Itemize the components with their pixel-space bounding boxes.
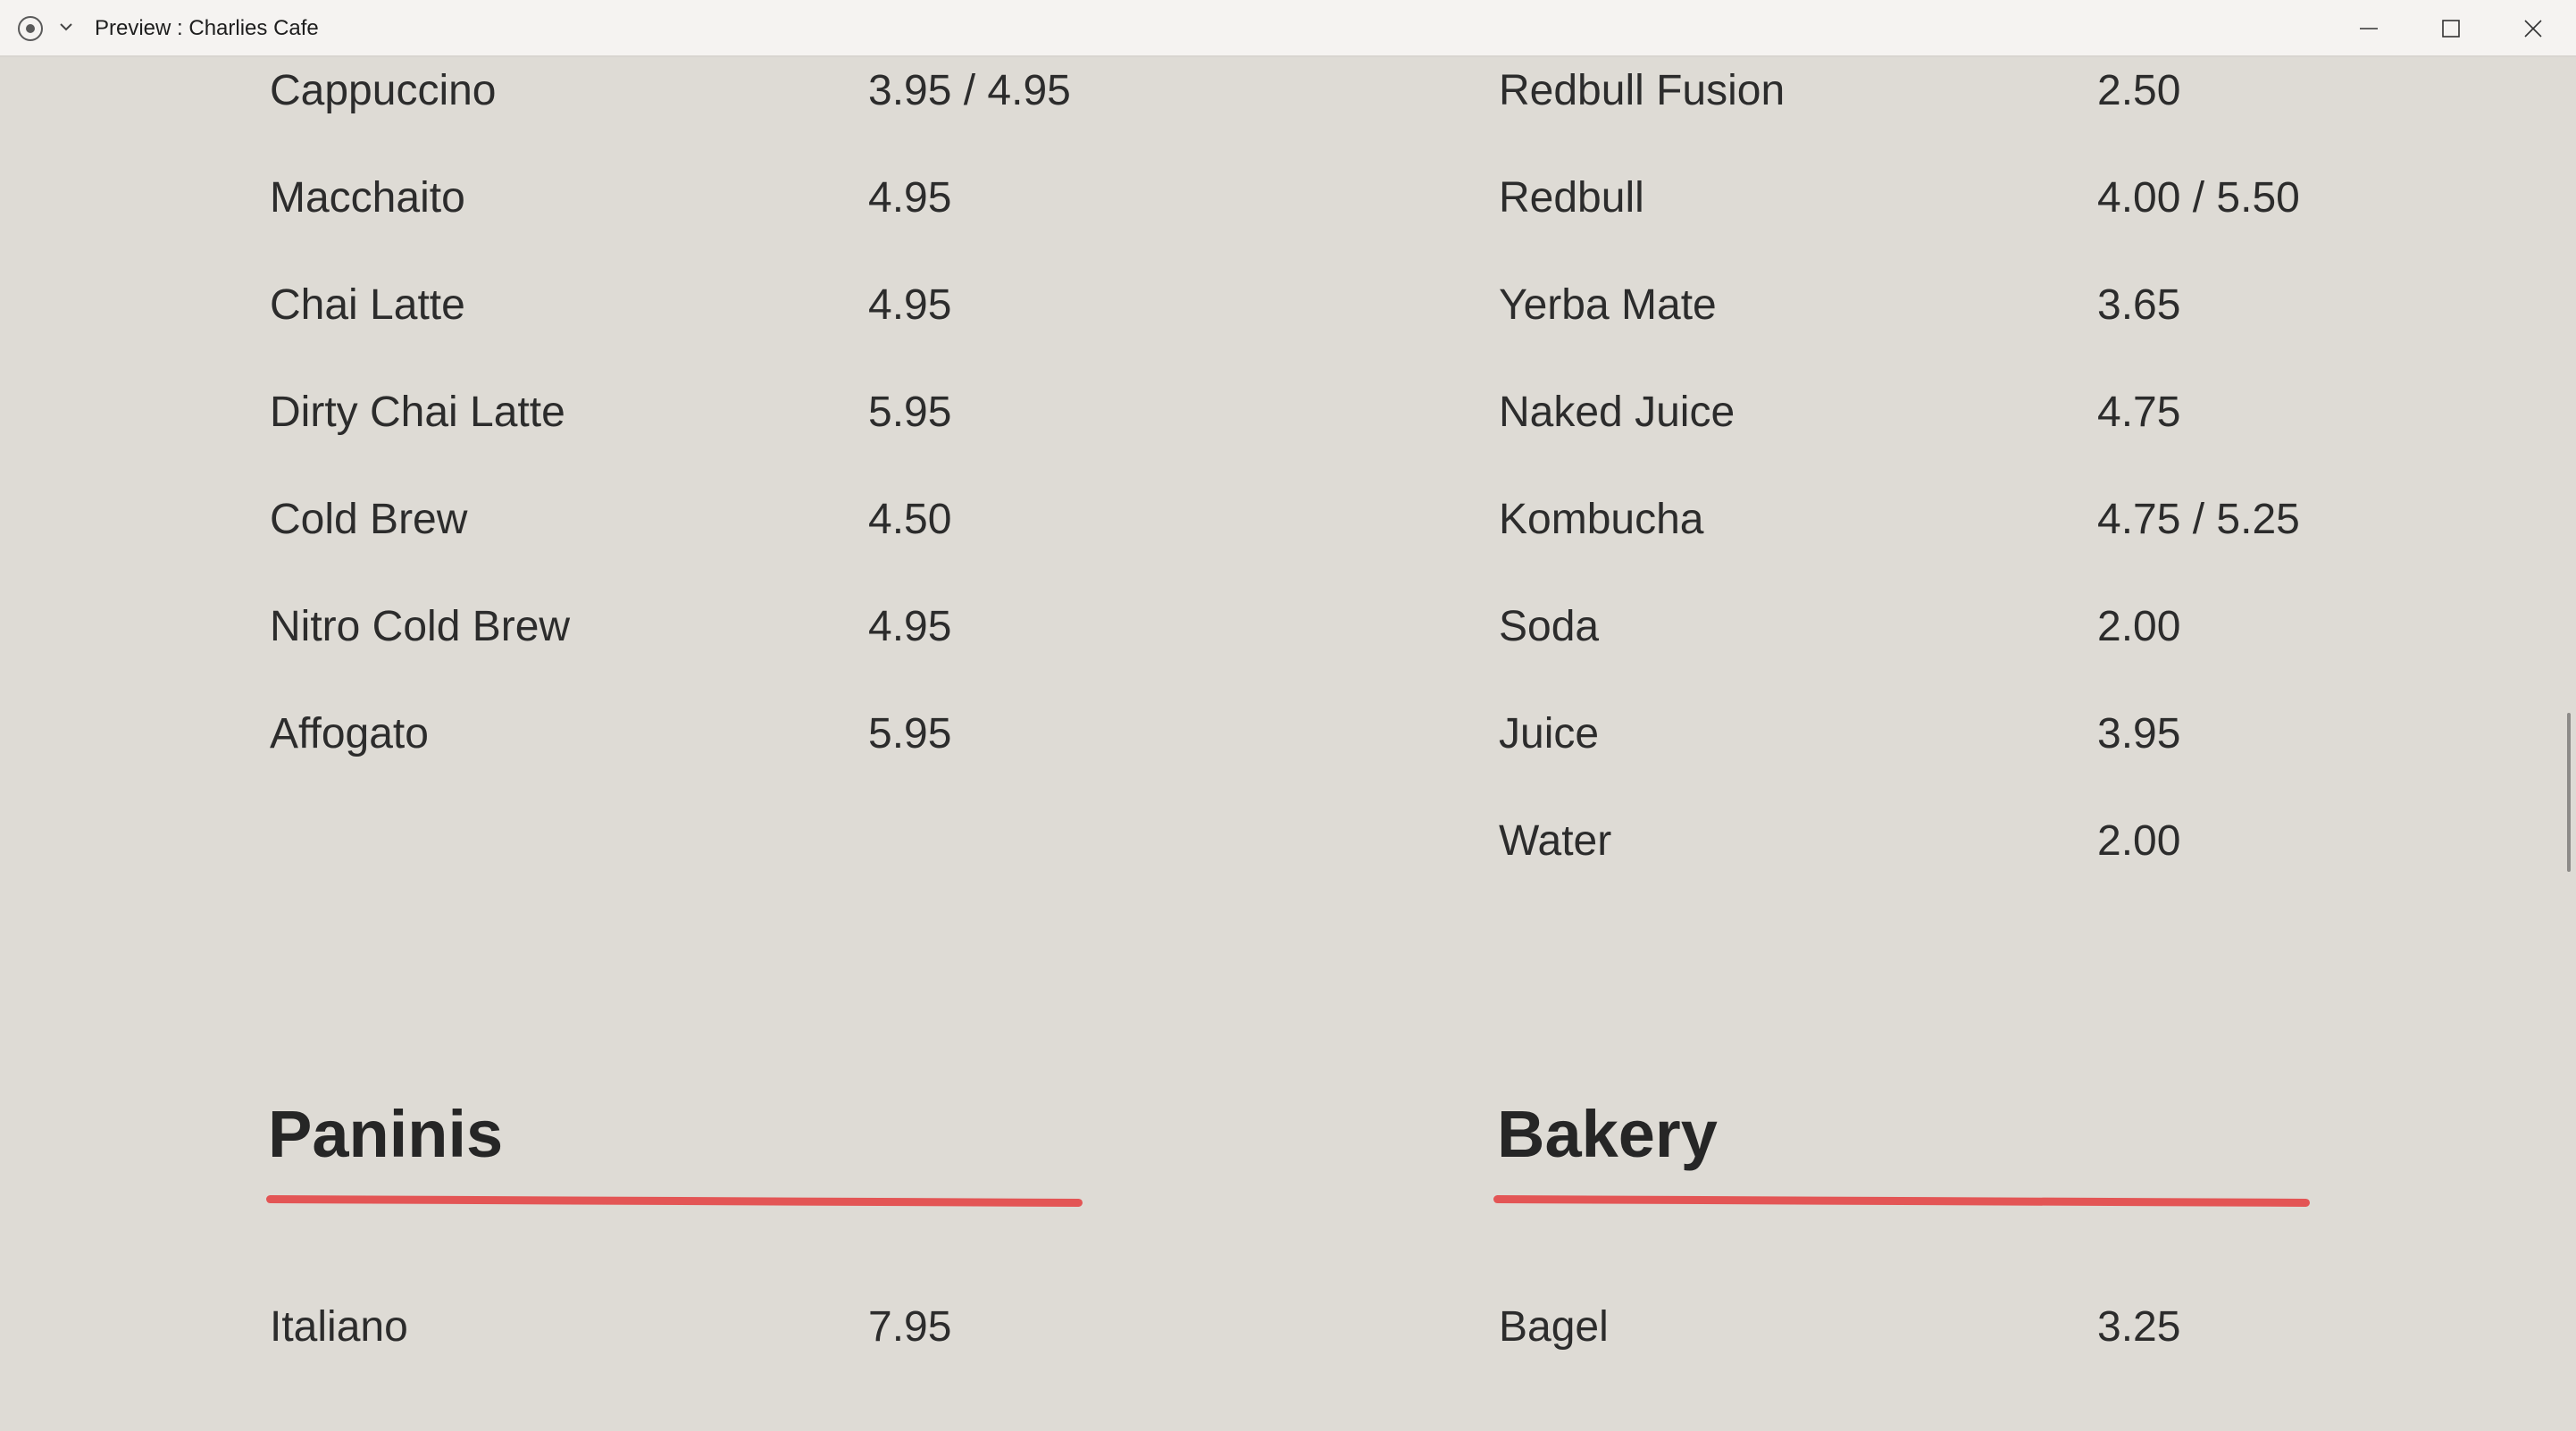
menu-item-name: Macchaito [270, 174, 465, 222]
menu-item-name: Naked Juice [1499, 389, 1735, 436]
menu-item-name: Yerba Mate [1499, 281, 1717, 329]
menu-item-name: Soda [1499, 603, 1600, 650]
vertical-scrollbar-thumb[interactable] [2567, 713, 2571, 872]
menu-item-price: 3.65 [2097, 281, 2181, 329]
menu-item-name: Redbull Fusion [1499, 67, 1786, 114]
chevron-down-icon[interactable] [59, 20, 73, 34]
menu-item-price: 5.95 [868, 389, 952, 436]
menu-item-price: 4.00 / 5.50 [2097, 174, 2300, 222]
section-heading-bakery: Bakery [1497, 1097, 1718, 1171]
menu-item-name: Cold Brew [270, 496, 468, 543]
menu-item-name: Redbull [1499, 174, 1644, 222]
menu-item-price: 4.95 [868, 174, 952, 222]
menu-item-name: Chai Latte [270, 281, 465, 329]
maximize-icon [2442, 20, 2460, 38]
menu-item-price: 4.75 / 5.25 [2097, 496, 2300, 543]
menu-item-name: Cappuccino [270, 67, 497, 114]
menu-page: Cappuccino 3.95 / 4.95 Macchaito 4.95 Ch… [0, 57, 2576, 1431]
close-button[interactable] [2505, 9, 2562, 48]
app-icon[interactable] [18, 16, 43, 41]
menu-item-name: Water [1499, 817, 1612, 865]
section-underline [1493, 1195, 2311, 1207]
menu-item-price: 4.75 [2097, 389, 2181, 436]
window-titlebar: Preview : Charlies Cafe [0, 0, 2576, 57]
menu-item-price: 2.00 [2097, 603, 2181, 650]
menu-item-price: 4.95 [868, 603, 952, 650]
menu-item-name: Italiano [270, 1303, 408, 1351]
maximize-button[interactable] [2422, 9, 2480, 48]
section-underline [265, 1195, 1083, 1207]
close-icon [2524, 20, 2542, 38]
menu-item-name: Affogato [270, 710, 429, 757]
window-title: Preview : Charlies Cafe [95, 16, 319, 40]
menu-item-price: 2.50 [2097, 67, 2181, 114]
menu-item-name: Juice [1499, 710, 1600, 757]
menu-item-price: 4.95 [868, 281, 952, 329]
menu-item-name: Kombucha [1499, 496, 1704, 543]
menu-item-price: 3.95 / 4.95 [868, 67, 1071, 114]
menu-item-name: Bagel [1499, 1303, 1609, 1351]
menu-item-price: 3.95 [2097, 710, 2181, 757]
minimize-button[interactable] [2340, 9, 2397, 48]
menu-item-price: 5.95 [868, 710, 952, 757]
section-heading-paninis: Paninis [268, 1097, 504, 1171]
menu-item-price: 3.25 [2097, 1303, 2181, 1351]
menu-item-name: Dirty Chai Latte [270, 389, 565, 436]
menu-item-name: Nitro Cold Brew [270, 603, 571, 650]
minimize-icon [2360, 28, 2378, 29]
menu-item-price: 7.95 [868, 1303, 952, 1351]
menu-item-price: 4.50 [868, 496, 952, 543]
menu-item-price: 2.00 [2097, 817, 2181, 865]
